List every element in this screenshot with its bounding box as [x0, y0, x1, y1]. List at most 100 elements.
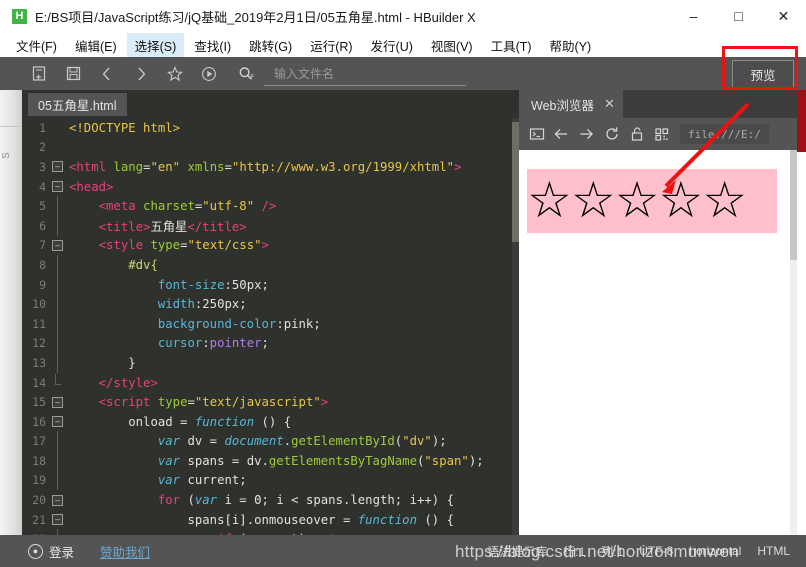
- code-line[interactable]: 20– for (var i = 0; i < spans.length; i+…: [22, 490, 513, 510]
- code-line[interactable]: 13 }: [22, 352, 513, 373]
- fold-guide: [50, 333, 65, 354]
- code-line[interactable]: 17 var dv = document.getElementById("dv"…: [22, 431, 513, 452]
- line-number: 7: [39, 238, 46, 253]
- menu-item-tools[interactable]: 工具(T): [483, 33, 540, 58]
- line-number: 20: [32, 493, 46, 508]
- app-logo-icon: H: [12, 9, 27, 24]
- fold-guide: [50, 313, 65, 334]
- browser-vertical-scrollbar[interactable]: [790, 150, 797, 535]
- sponsor-link[interactable]: 赞助我们: [100, 542, 150, 561]
- code-line[interactable]: 10 width:250px;: [22, 294, 513, 315]
- editor-scrollbar-thumb[interactable]: [512, 122, 519, 242]
- code-line[interactable]: 11 background-color:pink;: [22, 313, 513, 334]
- code-text: <style type="text/css">: [98, 238, 269, 253]
- code-line[interactable]: 14 </style>: [22, 373, 513, 393]
- menu-item-publish[interactable]: 发行(U): [363, 33, 421, 58]
- fold-toggle-icon[interactable]: –: [50, 181, 65, 193]
- browser-tab[interactable]: Web浏览器 ✕: [519, 90, 623, 118]
- browser-scrollbar-thumb[interactable]: [790, 150, 797, 260]
- menu-item-find[interactable]: 查找(I): [186, 33, 239, 58]
- collapsed-project-panel[interactable]: s: [0, 90, 22, 535]
- editor-tab-file[interactable]: 05五角星.html: [28, 93, 127, 116]
- status-layout[interactable]: horizontal: [689, 544, 741, 558]
- status-language[interactable]: HTML: [757, 544, 790, 558]
- reload-icon[interactable]: [599, 118, 624, 150]
- line-number: 18: [32, 453, 46, 468]
- menu-item-run[interactable]: 运行(R): [302, 33, 360, 58]
- close-icon[interactable]: ✕: [604, 96, 615, 112]
- status-bar: ● 登录 赞助我们 语法提示库 行:1 列:1 UTF-8 horizontal…: [0, 535, 806, 567]
- code-line[interactable]: 18 var spans = dv.getElementsByTagName("…: [22, 450, 513, 471]
- preview-button[interactable]: 预览: [732, 60, 794, 89]
- fold-guide: [50, 374, 65, 386]
- code-line[interactable]: 5 <meta charset="utf-8" />: [22, 196, 513, 217]
- code-line[interactable]: 12 cursor:pointer;: [22, 333, 513, 354]
- code-line[interactable]: 2: [22, 138, 513, 158]
- unlock-icon[interactable]: [624, 118, 649, 150]
- status-syntax-lib[interactable]: 语法提示库: [487, 543, 547, 560]
- run-icon[interactable]: [192, 57, 226, 90]
- qrcode-icon[interactable]: [649, 118, 674, 150]
- fold-guide: [50, 294, 65, 315]
- status-column[interactable]: 列:1: [601, 543, 623, 560]
- save-icon[interactable]: [56, 57, 90, 90]
- code-line[interactable]: 9 font-size:50px;: [22, 274, 513, 295]
- code-content[interactable]: 1 <!DOCTYPE html> 2 3– <html lang="en" xmlns…: [22, 118, 513, 535]
- code-line[interactable]: 21– spans[i].onmouseover = function () {: [22, 510, 513, 530]
- console-icon[interactable]: [524, 118, 549, 150]
- menu-item-help[interactable]: 帮助(Y): [542, 33, 600, 58]
- forward-arrow-icon[interactable]: [574, 118, 599, 150]
- user-icon[interactable]: ●: [28, 543, 43, 559]
- fold-toggle-icon[interactable]: –: [50, 494, 65, 506]
- editor-vertical-scrollbar[interactable]: [512, 118, 519, 535]
- code-text: width:250px;: [157, 297, 247, 312]
- menu-item-select[interactable]: 选择(S): [126, 32, 185, 58]
- url-bar[interactable]: file:///E:/: [680, 124, 769, 144]
- code-text: #dv{: [128, 257, 158, 272]
- favorite-star-icon[interactable]: [158, 57, 192, 90]
- code-text: <title>五角星</title>: [98, 219, 247, 234]
- code-line[interactable]: 1 <!DOCTYPE html>: [22, 118, 513, 138]
- line-number: 17: [32, 434, 46, 449]
- line-number: 14: [32, 375, 46, 390]
- code-line[interactable]: 16– onload = function () {: [22, 412, 513, 432]
- status-encoding[interactable]: UTF-8: [639, 544, 673, 558]
- line-number: 12: [32, 336, 46, 351]
- maximize-button[interactable]: □: [716, 0, 761, 32]
- code-line[interactable]: 4– <head>: [22, 177, 513, 197]
- fold-guide: [50, 254, 65, 275]
- login-label[interactable]: 登录: [49, 542, 74, 561]
- code-text: onload = function () {: [128, 414, 292, 429]
- code-line[interactable]: 8 #dv{: [22, 254, 513, 275]
- back-icon[interactable]: [90, 57, 124, 90]
- code-text: background-color:pink;: [157, 316, 321, 331]
- forward-icon[interactable]: [124, 57, 158, 90]
- hbuilderx-window: H E:/BS项目/JavaScript练习/jQ基础_2019年2月1日/05…: [0, 0, 806, 567]
- code-line[interactable]: 15– <script type="text/javascript">: [22, 392, 513, 412]
- code-line[interactable]: 7– <style type="text/css">: [22, 236, 513, 256]
- close-button[interactable]: ✕: [761, 0, 806, 32]
- fold-toggle-icon[interactable]: –: [50, 161, 65, 173]
- menu-item-file[interactable]: 文件(F): [8, 33, 65, 58]
- menu-item-goto[interactable]: 跳转(G): [241, 33, 300, 58]
- new-file-icon[interactable]: [22, 57, 56, 90]
- code-line[interactable]: 3– <html lang="en" xmlns="http://www.w3.o…: [22, 157, 513, 177]
- minimize-button[interactable]: –: [671, 0, 716, 32]
- star-rating-widget[interactable]: ☆☆☆☆☆: [527, 169, 777, 233]
- fold-toggle-icon[interactable]: –: [50, 416, 65, 428]
- status-line[interactable]: 行:1: [563, 543, 585, 560]
- menu-item-edit[interactable]: 编辑(E): [67, 33, 125, 58]
- fold-toggle-icon[interactable]: –: [50, 396, 65, 408]
- code-line[interactable]: 19 var current;: [22, 470, 513, 491]
- code-line[interactable]: 6 <title>五角星</title>: [22, 215, 513, 236]
- line-number: 8: [39, 257, 46, 272]
- fold-toggle-icon[interactable]: –: [50, 514, 65, 526]
- filename-search-box[interactable]: 输入文件名: [264, 62, 466, 86]
- search-icon[interactable]: F: [230, 57, 264, 90]
- back-arrow-icon[interactable]: [549, 118, 574, 150]
- code-text: var spans = dv.getElementsByTagName("spa…: [157, 453, 484, 468]
- filename-input-placeholder[interactable]: 输入文件名: [274, 65, 334, 82]
- fold-toggle-icon[interactable]: –: [50, 239, 65, 251]
- menu-item-view[interactable]: 视图(V): [423, 33, 481, 58]
- fold-guide: [50, 196, 65, 217]
